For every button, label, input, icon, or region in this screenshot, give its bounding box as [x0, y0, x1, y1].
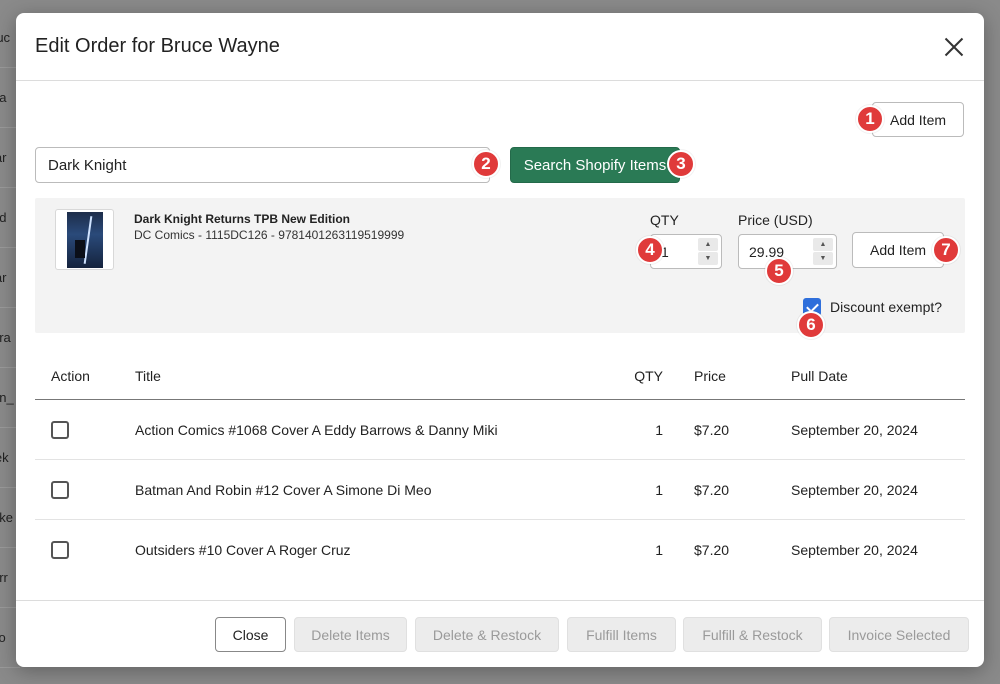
discount-exempt-label: Discount exempt? — [830, 299, 943, 315]
checkbox-box[interactable] — [51, 541, 69, 559]
qty-spinner[interactable]: ▲ ▼ — [698, 238, 718, 265]
chevron-up-icon[interactable]: ▲ — [698, 238, 718, 251]
delete-items-button[interactable]: Delete Items — [294, 617, 407, 652]
col-action: Action — [51, 368, 90, 384]
chevron-down-icon[interactable]: ▼ — [813, 252, 833, 265]
row-pull-date: September 20, 2024 — [791, 421, 918, 438]
annotation-badge-5: 5 — [765, 257, 793, 285]
product-thumbnail — [55, 209, 114, 270]
modal-header: Edit Order for Bruce Wayne — [16, 13, 984, 81]
row-qty: 1 — [655, 481, 663, 498]
search-shopify-items-button[interactable]: Search Shopify Items — [510, 147, 680, 183]
fulfill-items-button[interactable]: Fulfill Items — [567, 617, 676, 652]
price-spinner[interactable]: ▲ ▼ — [813, 238, 833, 265]
close-button[interactable]: Close — [215, 617, 286, 652]
order-items-table: Action Title QTY Price Pull Date Action … — [35, 353, 965, 580]
annotation-badge-1: 1 — [856, 105, 884, 133]
row-pull-date: September 20, 2024 — [791, 542, 918, 558]
product-subtitle: DC Comics - 1115DC126 - 9781401263119519… — [134, 228, 405, 242]
annotation-badge-6: 6 — [797, 311, 825, 339]
row-checkbox[interactable] — [51, 420, 69, 439]
delete-restock-button[interactable]: Delete & Restock — [415, 617, 559, 652]
modal-footer: Close Delete Items Delete & Restock Fulf… — [16, 600, 984, 667]
modal-title: Edit Order for Bruce Wayne — [35, 35, 280, 57]
row-qty: 1 — [655, 542, 663, 558]
row-price: $7.20 — [694, 542, 730, 558]
row-price: $7.20 — [694, 421, 730, 438]
add-item-button[interactable]: Add Item — [872, 102, 964, 137]
col-qty: QTY — [634, 368, 663, 384]
row-title: Outsiders #10 Cover A Roger Cruz — [135, 542, 351, 558]
annotation-badge-2: 2 — [472, 150, 500, 178]
col-title: Title — [135, 368, 161, 384]
annotation-badge-7: 7 — [932, 236, 960, 264]
checkbox-box[interactable] — [51, 420, 69, 439]
row-title: Batman And Robin #12 Cover A Simone Di M… — [135, 481, 432, 498]
table-row: Batman And Robin #12 Cover A Simone Di M… — [35, 460, 965, 520]
table-header: Action Title QTY Price Pull Date — [35, 353, 965, 400]
price-label: Price (USD) — [738, 212, 813, 228]
search-result-panel: Dark Knight Returns TPB New Edition DC C… — [35, 198, 965, 333]
qty-label: QTY — [650, 212, 679, 228]
col-pull-date: Pull Date — [791, 368, 848, 384]
col-price: Price — [694, 368, 726, 384]
edit-order-modal: Edit Order for Bruce Wayne Add Item Sear… — [16, 13, 984, 667]
close-icon[interactable] — [942, 35, 966, 59]
annotation-badge-3: 3 — [667, 150, 695, 178]
comic-cover-image — [66, 211, 103, 268]
add-result-item-button[interactable]: Add Item — [852, 232, 944, 268]
fulfill-restock-button[interactable]: Fulfill & Restock — [683, 617, 822, 652]
chevron-up-icon[interactable]: ▲ — [813, 238, 833, 251]
row-pull-date: September 20, 2024 — [791, 481, 918, 498]
table-row: Outsiders #10 Cover A Roger Cruz 1 $7.20… — [35, 520, 965, 580]
row-title: Action Comics #1068 Cover A Eddy Barrows… — [135, 421, 498, 438]
table-row: Action Comics #1068 Cover A Eddy Barrows… — [35, 400, 965, 460]
product-title: Dark Knight Returns TPB New Edition — [134, 212, 351, 226]
row-price: $7.20 — [694, 481, 730, 498]
search-input[interactable] — [35, 147, 490, 183]
chevron-down-icon[interactable]: ▼ — [698, 252, 718, 265]
invoice-selected-button[interactable]: Invoice Selected — [829, 617, 969, 652]
row-checkbox[interactable] — [51, 480, 69, 499]
row-qty: 1 — [655, 421, 663, 438]
row-checkbox[interactable] — [51, 541, 69, 559]
annotation-badge-4: 4 — [636, 236, 664, 264]
checkbox-box[interactable] — [51, 480, 69, 499]
